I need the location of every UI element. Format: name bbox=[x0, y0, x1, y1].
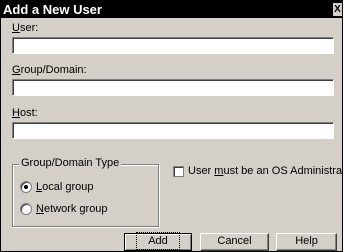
group-domain-label: Group/Domain: bbox=[12, 64, 87, 76]
user-field[interactable] bbox=[12, 37, 334, 54]
help-button[interactable]: Help bbox=[276, 233, 337, 251]
group-domain-field[interactable] bbox=[12, 79, 334, 96]
local-group-radio[interactable] bbox=[20, 181, 32, 193]
group-domain-type-legend: Group/Domain Type bbox=[19, 157, 122, 170]
close-icon: X bbox=[334, 4, 341, 15]
os-admin-label[interactable]: User must be an OS Administrator bbox=[188, 165, 343, 178]
network-group-label: Network group bbox=[36, 203, 108, 215]
add-user-dialog: Add a New User X User: Group/Domain: Hos… bbox=[0, 0, 343, 252]
close-button[interactable]: X bbox=[333, 3, 342, 16]
add-button[interactable]: Add bbox=[124, 232, 192, 251]
group-domain-type-groupbox bbox=[12, 164, 159, 227]
local-group-label: Local group bbox=[36, 181, 94, 193]
radio-selected-dot bbox=[24, 185, 28, 189]
host-label: Host: bbox=[12, 107, 38, 119]
network-group-radio[interactable] bbox=[20, 203, 32, 215]
title-bar[interactable]: Add a New User X bbox=[1, 1, 342, 18]
dialog-title: Add a New User bbox=[3, 2, 102, 17]
cancel-button[interactable]: Cancel bbox=[200, 233, 269, 251]
host-field[interactable] bbox=[12, 122, 334, 139]
os-admin-checkbox[interactable] bbox=[173, 166, 184, 177]
user-label: User: bbox=[12, 22, 39, 34]
